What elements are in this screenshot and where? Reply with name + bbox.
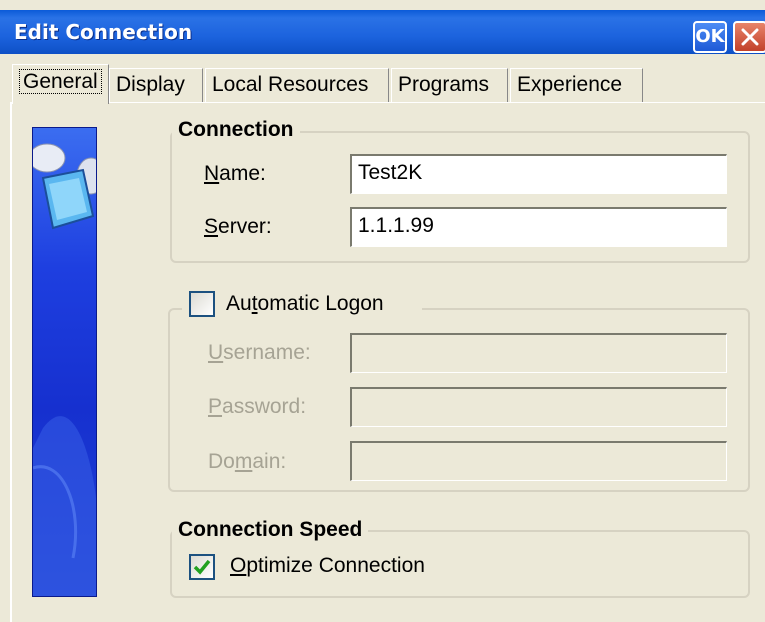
domain-field[interactable]	[350, 441, 727, 481]
tab-general[interactable]: General	[12, 64, 109, 104]
tab-display[interactable]: Display	[109, 68, 203, 102]
name-label-text: ame:	[219, 162, 266, 185]
password-label-text: assword:	[222, 395, 307, 418]
optimize-connection-checkbox[interactable]	[189, 554, 215, 580]
optimize-connection-label[interactable]: Optimize Connection	[230, 554, 425, 578]
tab-programs-label: Programs	[398, 73, 490, 96]
username-label-text: sername:	[223, 341, 311, 364]
tab-strip: General Display Local Resources Programs…	[12, 64, 762, 104]
checkmark-icon	[193, 559, 211, 575]
server-label-text: erver:	[218, 215, 272, 238]
username-field[interactable]	[350, 333, 727, 373]
connection-graphic	[32, 127, 97, 597]
close-button[interactable]	[733, 21, 765, 53]
tab-local-resources[interactable]: Local Resources	[205, 68, 389, 102]
username-label-accel: U	[208, 341, 224, 364]
tab-experience[interactable]: Experience	[510, 68, 643, 102]
server-label-accel: S	[204, 215, 219, 238]
tab-experience-label: Experience	[517, 73, 623, 96]
connection-group-title: Connection	[172, 118, 300, 142]
username-label: Username:	[208, 341, 311, 365]
computer-network-icon	[33, 143, 96, 596]
close-icon	[741, 28, 759, 46]
optimize-label-accel: O	[230, 554, 247, 577]
connection-speed-title: Connection Speed	[172, 518, 369, 542]
title-bar[interactable]: Edit Connection OK	[0, 10, 765, 54]
name-label: Name:	[204, 162, 266, 186]
tab-display-label: Display	[116, 73, 185, 96]
password-label: Password:	[208, 395, 306, 419]
ok-button[interactable]: OK	[693, 21, 727, 53]
name-label-accel: N	[204, 162, 220, 185]
domain-label-a: Do	[208, 450, 235, 473]
name-field[interactable]: Test2K	[350, 154, 727, 194]
edit-connection-dialog: Edit Connection OK General Display Local…	[0, 0, 765, 622]
password-field[interactable]	[350, 387, 727, 427]
domain-label: Domain:	[208, 450, 286, 474]
tab-local-resources-label: Local Resources	[212, 73, 369, 96]
domain-label-b: ain:	[252, 450, 287, 473]
automatic-logon-label[interactable]: Automatic Logon	[226, 292, 384, 316]
server-label: Server:	[204, 215, 272, 239]
password-label-accel: P	[208, 395, 223, 418]
window-title: Edit Connection	[14, 20, 193, 44]
automatic-logon-checkbox[interactable]	[189, 291, 215, 317]
automatic-logon-label-b: omatic Logon	[257, 292, 384, 315]
optimize-label-text: ptimize Connection	[246, 554, 425, 577]
tab-general-label: General	[19, 69, 102, 94]
server-field[interactable]: 1.1.1.99	[350, 207, 727, 247]
automatic-logon-label-a: Au	[226, 292, 252, 315]
domain-label-accel: m	[234, 450, 253, 473]
tab-programs[interactable]: Programs	[391, 68, 508, 102]
